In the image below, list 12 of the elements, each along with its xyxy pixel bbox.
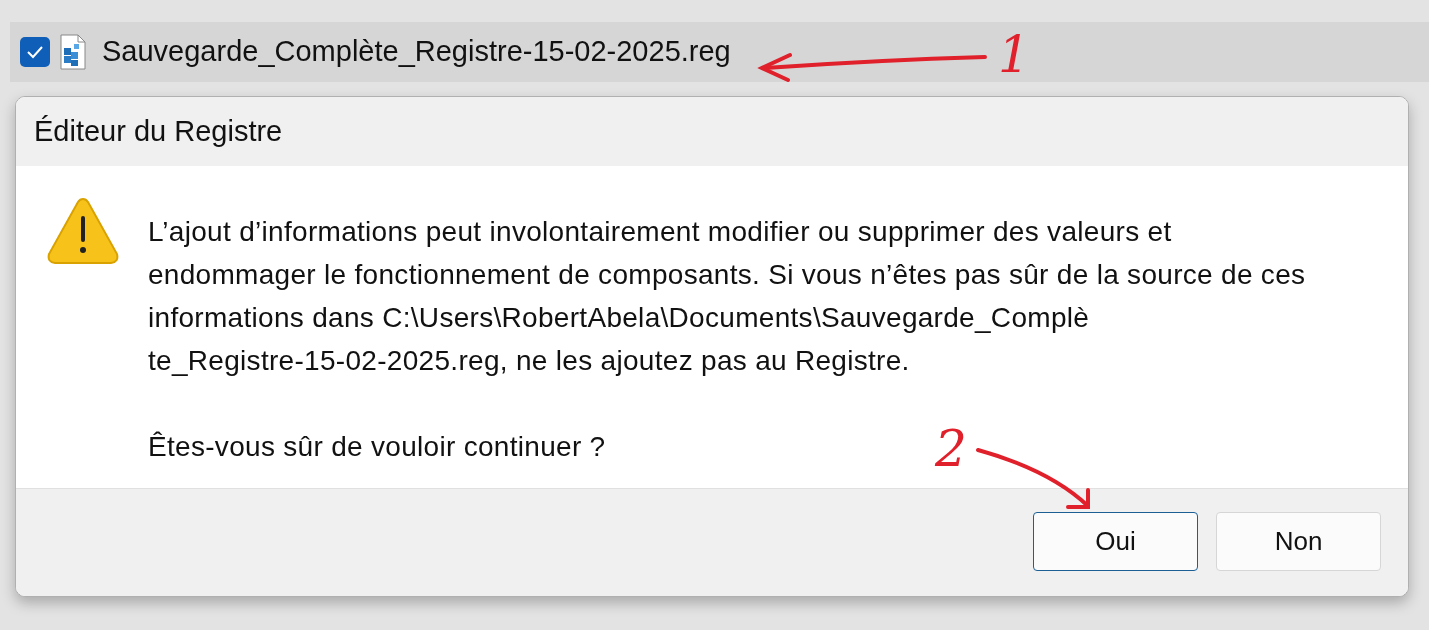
warning-message: L’ajout d’informations peut involontairement modifier ou supprimer des valeurs et endommager le fonctionnement de composants. Si vous n’êtes pas sûr de la source de ces informations dans C:\Users\RobertAbela\Documents\Sauvegarde_Complè te_Registre-15-02-2025.reg, ne les ajoutez pas au Registre. (148, 215, 1306, 378)
checkbox[interactable] (20, 37, 50, 67)
checkmark-icon (26, 45, 44, 59)
dialog-button[interactable]: Oui (1033, 512, 1198, 571)
annotation-label: 2 (935, 420, 967, 478)
dialog-button[interactable]: Non (1216, 512, 1381, 571)
registry-file-icon (58, 34, 88, 70)
confirmation-question: Êtes-vous sûr de vouloir continuer ? (148, 430, 606, 464)
warning-icon (46, 196, 120, 266)
file-name: Sauvegarde_Complète_Registre-15-02-2025.reg (102, 34, 731, 70)
annotation-label: 1 (998, 26, 1030, 84)
dialog-title: Éditeur du Registre (34, 113, 283, 149)
